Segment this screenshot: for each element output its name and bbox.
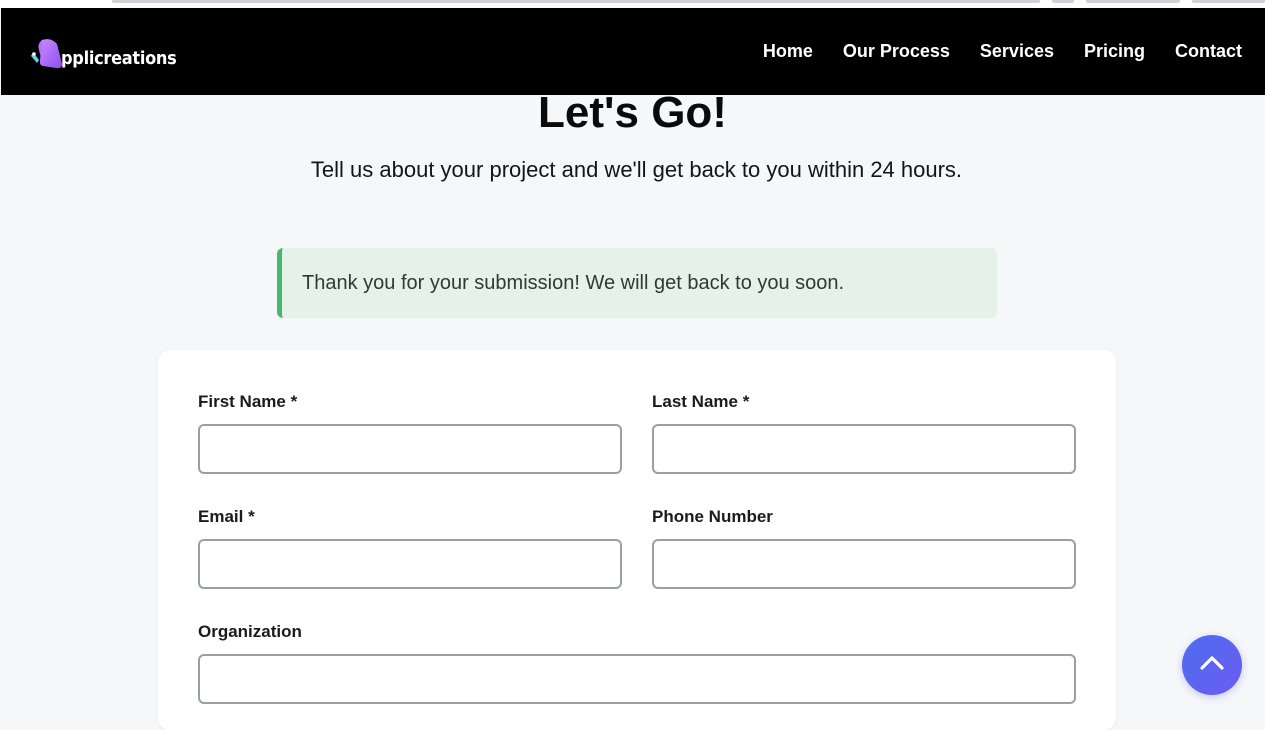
main-nav: Home Our Process Services Pricing Contac…	[763, 41, 1242, 62]
nav-item-contact[interactable]: Contact	[1175, 41, 1242, 62]
last-name-field[interactable]	[652, 424, 1076, 474]
brand-name: pplicreations	[61, 47, 177, 69]
nav-item-pricing[interactable]: Pricing	[1084, 41, 1145, 62]
site-header: pplicreations Home Our Process Services …	[1, 8, 1265, 95]
top-strip-segment	[112, 0, 1040, 3]
phone-label: Phone Number	[652, 507, 773, 526]
success-alert-message: Thank you for your submission! We will g…	[302, 271, 845, 294]
browser-top-strip	[0, 0, 1265, 8]
scroll-to-top-button[interactable]	[1182, 635, 1242, 695]
first-name-label: First Name *	[198, 392, 298, 411]
organization-field[interactable]	[198, 654, 1076, 704]
email-label: Email *	[198, 507, 255, 526]
phone-field[interactable]	[652, 539, 1076, 589]
top-strip-segment	[1086, 0, 1180, 3]
last-name-label: Last Name *	[652, 392, 750, 411]
contact-form-card: First Name * Last Name * Email * Phone N…	[158, 350, 1116, 730]
first-name-field[interactable]	[198, 424, 622, 474]
success-alert: Thank you for your submission! We will g…	[277, 248, 997, 318]
organization-label: Organization	[198, 622, 302, 641]
nav-item-home[interactable]: Home	[763, 41, 813, 62]
page-title: Let's Go!	[538, 88, 727, 137]
page-subtitle: Tell us about your project and we'll get…	[310, 157, 963, 182]
nav-item-our-process[interactable]: Our Process	[843, 41, 950, 62]
top-strip-segment	[1192, 0, 1265, 3]
applicreations-logo-icon	[29, 36, 63, 72]
nav-item-services[interactable]: Services	[980, 41, 1054, 62]
brand-logo-link[interactable]: pplicreations	[29, 32, 177, 72]
email-field[interactable]	[198, 539, 622, 589]
chevron-up-icon	[1199, 654, 1225, 677]
top-strip-segment	[1052, 0, 1074, 3]
